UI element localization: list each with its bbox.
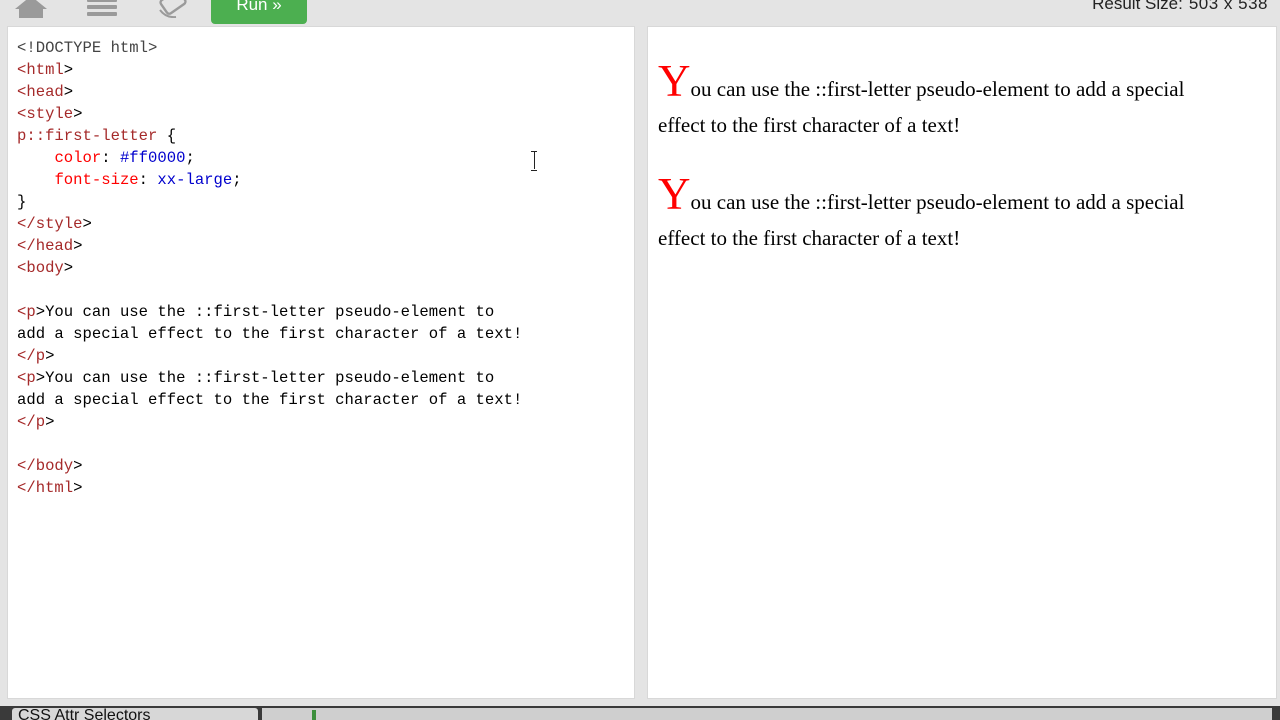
first-letter: Y	[658, 56, 691, 106]
first-letter: Y	[658, 169, 691, 219]
run-button[interactable]: Run »	[211, 0, 307, 24]
code-line[interactable]	[17, 279, 522, 301]
code-line[interactable]: </head>	[17, 235, 522, 257]
result-size-label: Result Size:	[1092, 0, 1183, 13]
bottom-tab-strip	[262, 708, 1272, 720]
result-paragraph: You can use the ::first-letter pseudo-el…	[658, 172, 1218, 256]
menu-icon[interactable]	[85, 0, 119, 18]
result-pane: You can use the ::first-letter pseudo-el…	[647, 26, 1277, 699]
rotate-icon[interactable]	[156, 0, 190, 18]
code-line[interactable]: <body>	[17, 257, 522, 279]
code-line[interactable]: </style>	[17, 213, 522, 235]
paragraph-text: ou can use the ::first-letter pseudo-ele…	[658, 77, 1185, 137]
code-line[interactable]: <!DOCTYPE html>	[17, 37, 522, 59]
code-line[interactable]	[17, 433, 522, 455]
code-line[interactable]: <p>You can use the ::first-letter pseudo…	[17, 301, 522, 323]
code-line[interactable]: color: #ff0000;	[17, 147, 522, 169]
bottom-indicator	[312, 710, 316, 720]
bottom-bar: CSS Attr Selectors	[0, 706, 1280, 720]
result-size: Result Size: 503 x 538	[1092, 0, 1268, 14]
paragraph-text: ou can use the ::first-letter pseudo-ele…	[658, 190, 1185, 250]
code-line[interactable]: <p>You can use the ::first-letter pseudo…	[17, 367, 522, 389]
code-line[interactable]: }	[17, 191, 522, 213]
home-icon[interactable]	[14, 0, 48, 18]
code-line[interactable]: </html>	[17, 477, 522, 499]
code-line[interactable]: add a special effect to the first charac…	[17, 323, 522, 345]
code-line[interactable]: font-size: xx-large;	[17, 169, 522, 191]
bottom-tab[interactable]: CSS Attr Selectors	[12, 708, 258, 720]
code-line[interactable]: <head>	[17, 81, 522, 103]
code-editor[interactable]: <!DOCTYPE html> <html> <head> <style> p::fir…	[7, 26, 635, 699]
code-line[interactable]: add a special effect to the first charac…	[17, 389, 522, 411]
code-line[interactable]: p::first-letter {	[17, 125, 522, 147]
result-paragraph: You can use the ::first-letter pseudo-el…	[658, 59, 1218, 143]
code-line[interactable]: </p>	[17, 345, 522, 367]
code-line[interactable]: <style>	[17, 103, 522, 125]
text-cursor-icon	[531, 151, 537, 171]
toolbar: Run » Result Size: 503 x 538	[0, 0, 1280, 26]
code-content[interactable]: <!DOCTYPE html> <html> <head> <style> p::fir…	[17, 37, 522, 499]
result-size-value: 503 x 538	[1188, 0, 1268, 13]
code-line[interactable]: <html>	[17, 59, 522, 81]
code-line[interactable]: </p>	[17, 411, 522, 433]
code-line[interactable]: </body>	[17, 455, 522, 477]
